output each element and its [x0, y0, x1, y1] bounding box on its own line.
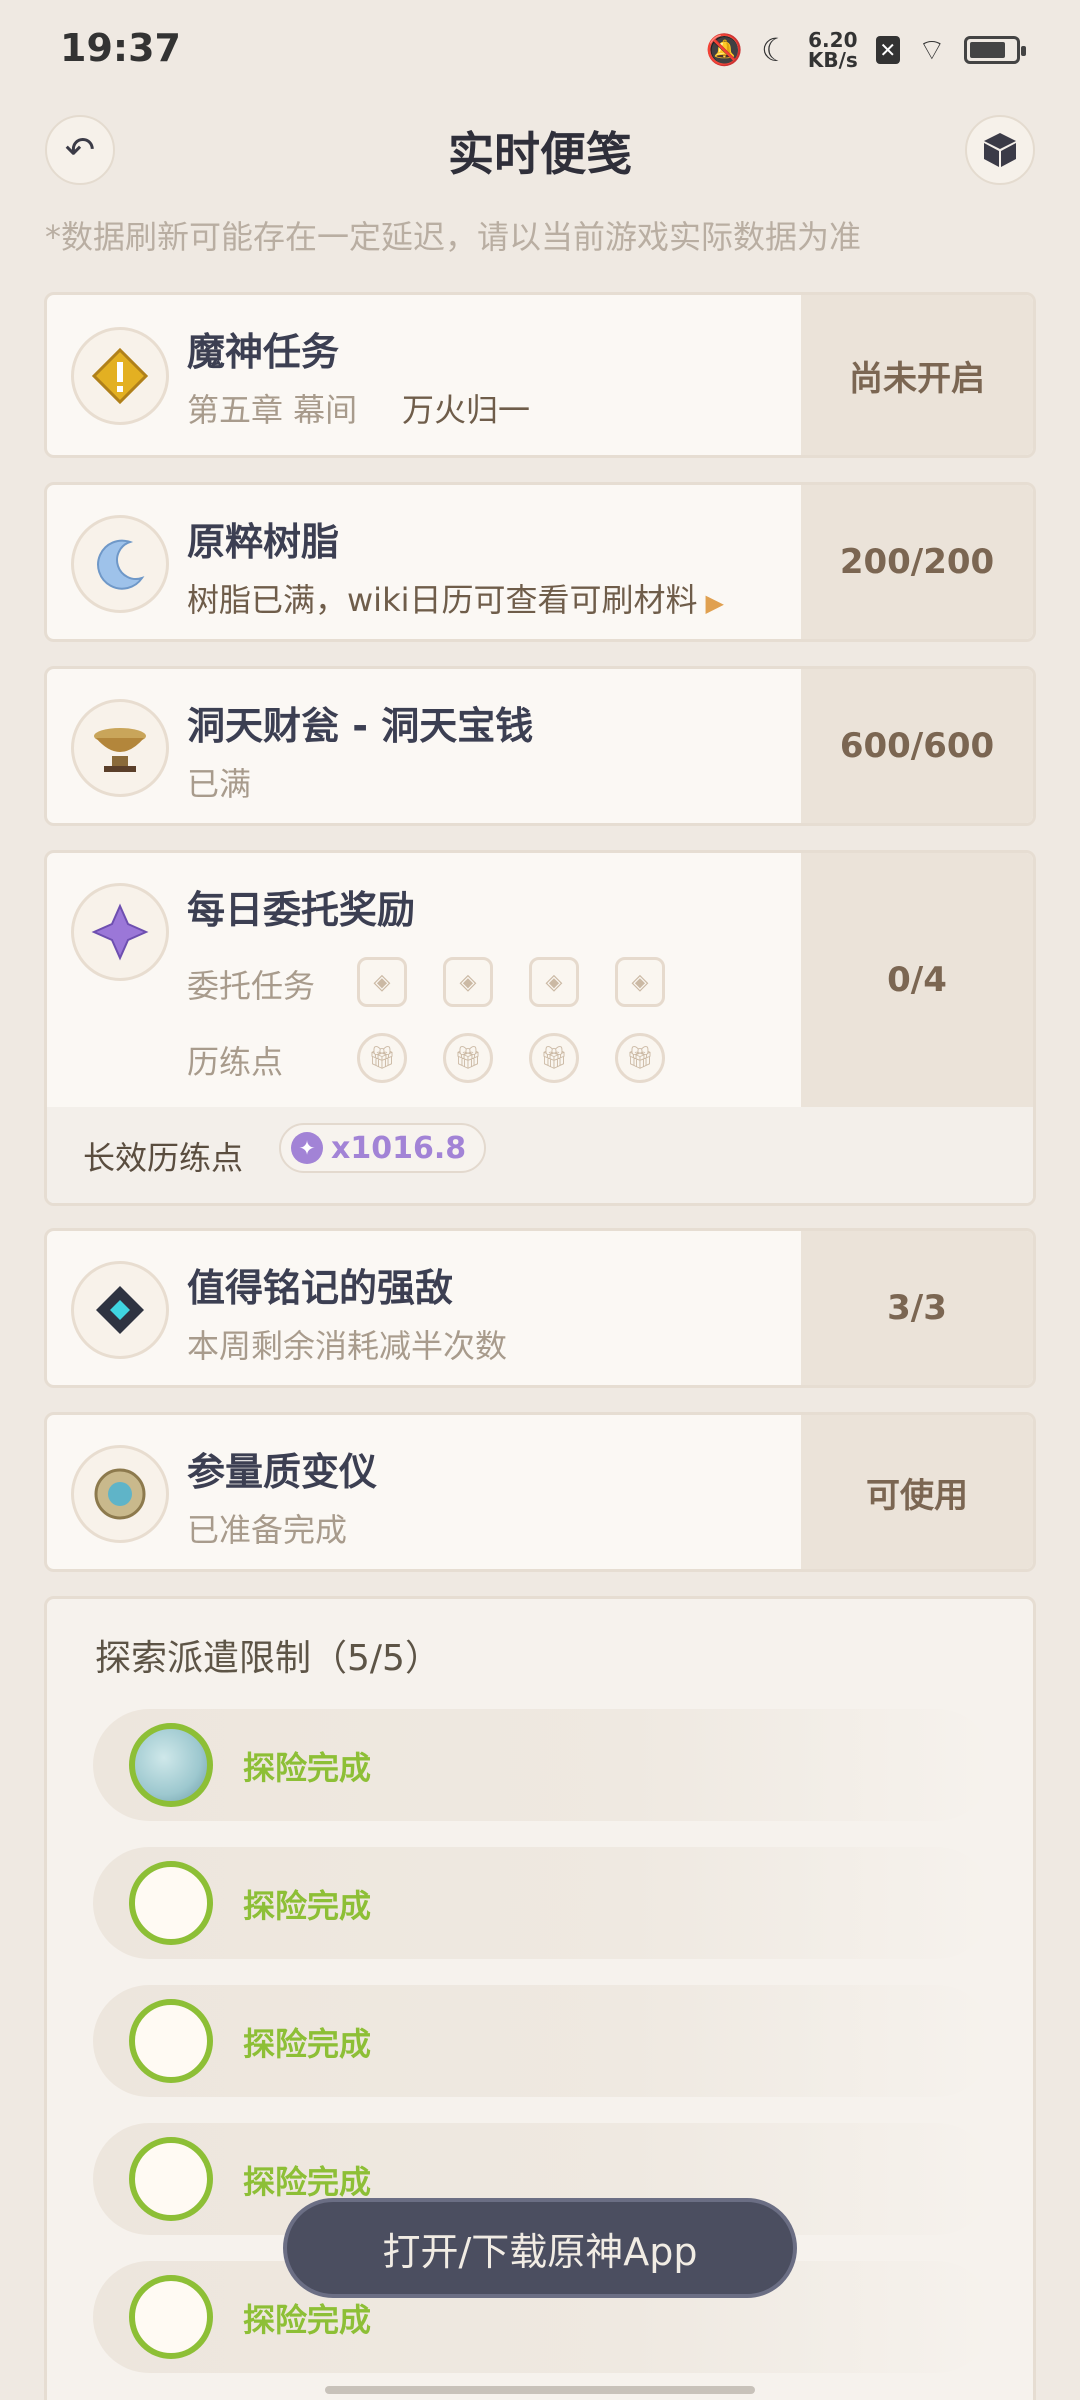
moon-icon: ☾: [761, 31, 790, 69]
expedition-row[interactable]: 探险完成: [93, 1709, 993, 1821]
expedition-status: 探险完成: [243, 2163, 372, 2201]
cube-button[interactable]: [965, 115, 1035, 185]
resin-subtitle: 树脂已满，wiki日历可查看可刷材料: [187, 581, 698, 619]
weekly-boss-title: 值得铭记的强敌: [187, 1266, 454, 1310]
expedition-row[interactable]: 探险完成: [93, 1985, 993, 2097]
expedition-status: 探险完成: [243, 2025, 372, 2063]
empty-avatar-ring: [129, 1861, 213, 1945]
expedition-title: 探索派遣限制（5/5）: [95, 1638, 441, 1679]
status-bar: 19:37 🔕 ☾ 6.20 KB/s ✕ ⌔: [0, 0, 1080, 100]
resin-value: 200/200: [801, 485, 1033, 639]
gift-slot-icon: 🎁︎: [615, 1033, 665, 1083]
empty-avatar-ring: [129, 2137, 213, 2221]
realm-currency-title: 洞天财瓮 - 洞天宝钱: [187, 704, 534, 748]
status-icons: 🔕 ☾ 6.20 KB/s ✕ ⌔: [705, 30, 1026, 70]
gift-slot-icon: 🎁︎: [357, 1033, 407, 1083]
long-term-points-badge: ✦ x1016.8: [279, 1123, 487, 1173]
training-points-label: 历练点: [187, 1043, 284, 1081]
realm-currency-value: 600/600: [801, 669, 1033, 823]
expedition-status: 探险完成: [243, 1749, 372, 1787]
archon-quest-chapter: 第五章 幕间: [187, 391, 358, 429]
daily-commission-card[interactable]: 每日委托奖励 委托任务 ◈ ◈ ◈ ◈ 历练点 🎁︎ 🎁︎ 🎁︎ 🎁︎ 0/4 …: [44, 850, 1036, 1206]
chevron-right-icon: ▶: [705, 589, 724, 617]
expedition-status: 探险完成: [243, 2301, 372, 2339]
commission-task-slot-icon: ◈: [529, 957, 579, 1007]
treasure-bowl-icon: [71, 699, 169, 797]
resin-subtitle-link[interactable]: 树脂已满，wiki日历可查看可刷材料 ▶: [187, 575, 724, 621]
close-box-icon: ✕: [875, 36, 900, 64]
realm-currency-subtitle: 已满: [187, 765, 252, 803]
transformer-subtitle: 已准备完成: [187, 1511, 348, 1549]
weekly-boss-subtitle: 本周剩余消耗减半次数: [187, 1327, 508, 1365]
long-term-points-row: 长效历练点 ✦ x1016.8: [47, 1107, 1033, 1203]
archon-quest-icon: [71, 327, 169, 425]
boss-diamond-icon: [71, 1261, 169, 1359]
wifi-icon: ⌔: [917, 33, 946, 68]
archon-quest-status: 尚未开启: [801, 295, 1033, 455]
expedition-row[interactable]: 探险完成: [93, 1847, 993, 1959]
net-speed-value: 6.20: [808, 28, 858, 52]
net-speed: 6.20 KB/s: [808, 30, 858, 70]
commission-task-slot-icon: ◈: [615, 957, 665, 1007]
expedition-status: 探险完成: [243, 1887, 372, 1925]
daily-commission-value: 0/4: [801, 853, 1033, 1107]
commission-task-slot-icon: ◈: [443, 957, 493, 1007]
battery-icon: [964, 36, 1026, 64]
gift-slot-icon: 🎁︎: [443, 1033, 493, 1083]
daily-commission-title: 每日委托奖励: [187, 888, 416, 932]
bell-muted-icon: 🔕: [705, 32, 744, 68]
commission-star-icon: [71, 883, 169, 981]
resin-title: 原粹树脂: [187, 520, 340, 564]
header: ↶ 实时便笺: [0, 110, 1080, 210]
status-time: 19:37: [60, 26, 181, 70]
transformer-icon: [71, 1445, 169, 1543]
net-speed-unit: KB/s: [807, 48, 858, 72]
commission-task-slot-icon: ◈: [357, 957, 407, 1007]
weekly-boss-card[interactable]: 值得铭记的强敌 本周剩余消耗减半次数 3/3: [44, 1228, 1036, 1388]
empty-avatar-ring: [129, 2275, 213, 2359]
refresh-notice: *数据刷新可能存在一定延迟，请以当前游戏实际数据为准: [45, 218, 862, 256]
weekly-boss-value: 3/3: [801, 1231, 1033, 1385]
page-title: 实时便笺: [448, 127, 632, 181]
transformer-card[interactable]: 参量质变仪 已准备完成 可使用: [44, 1412, 1036, 1572]
commission-tasks-label: 委托任务: [187, 967, 316, 1005]
resin-card[interactable]: 原粹树脂 树脂已满，wiki日历可查看可刷材料 ▶ 200/200: [44, 482, 1036, 642]
archon-quest-name: 万火归一: [402, 391, 531, 429]
transformer-status: 可使用: [801, 1415, 1033, 1569]
empty-avatar-ring: [129, 1999, 213, 2083]
moon-resin-icon: [71, 515, 169, 613]
realm-currency-card[interactable]: 洞天财瓮 - 洞天宝钱 已满 600/600: [44, 666, 1036, 826]
transformer-title: 参量质变仪: [187, 1450, 378, 1494]
long-term-points-label: 长效历练点: [83, 1139, 244, 1177]
home-indicator[interactable]: [325, 2386, 755, 2394]
gift-slot-icon: 🎁︎: [529, 1033, 579, 1083]
character-avatar: [129, 1723, 213, 1807]
archon-quest-card[interactable]: 魔神任务 第五章 幕间 万火归一 尚未开启: [44, 292, 1036, 458]
coin-icon: ✦: [291, 1132, 323, 1164]
open-app-button[interactable]: 打开/下载原神App: [283, 2198, 797, 2298]
archon-quest-title: 魔神任务: [187, 330, 340, 374]
long-term-points-value: x1016.8: [331, 1130, 467, 1166]
cube-icon: [984, 133, 1016, 167]
